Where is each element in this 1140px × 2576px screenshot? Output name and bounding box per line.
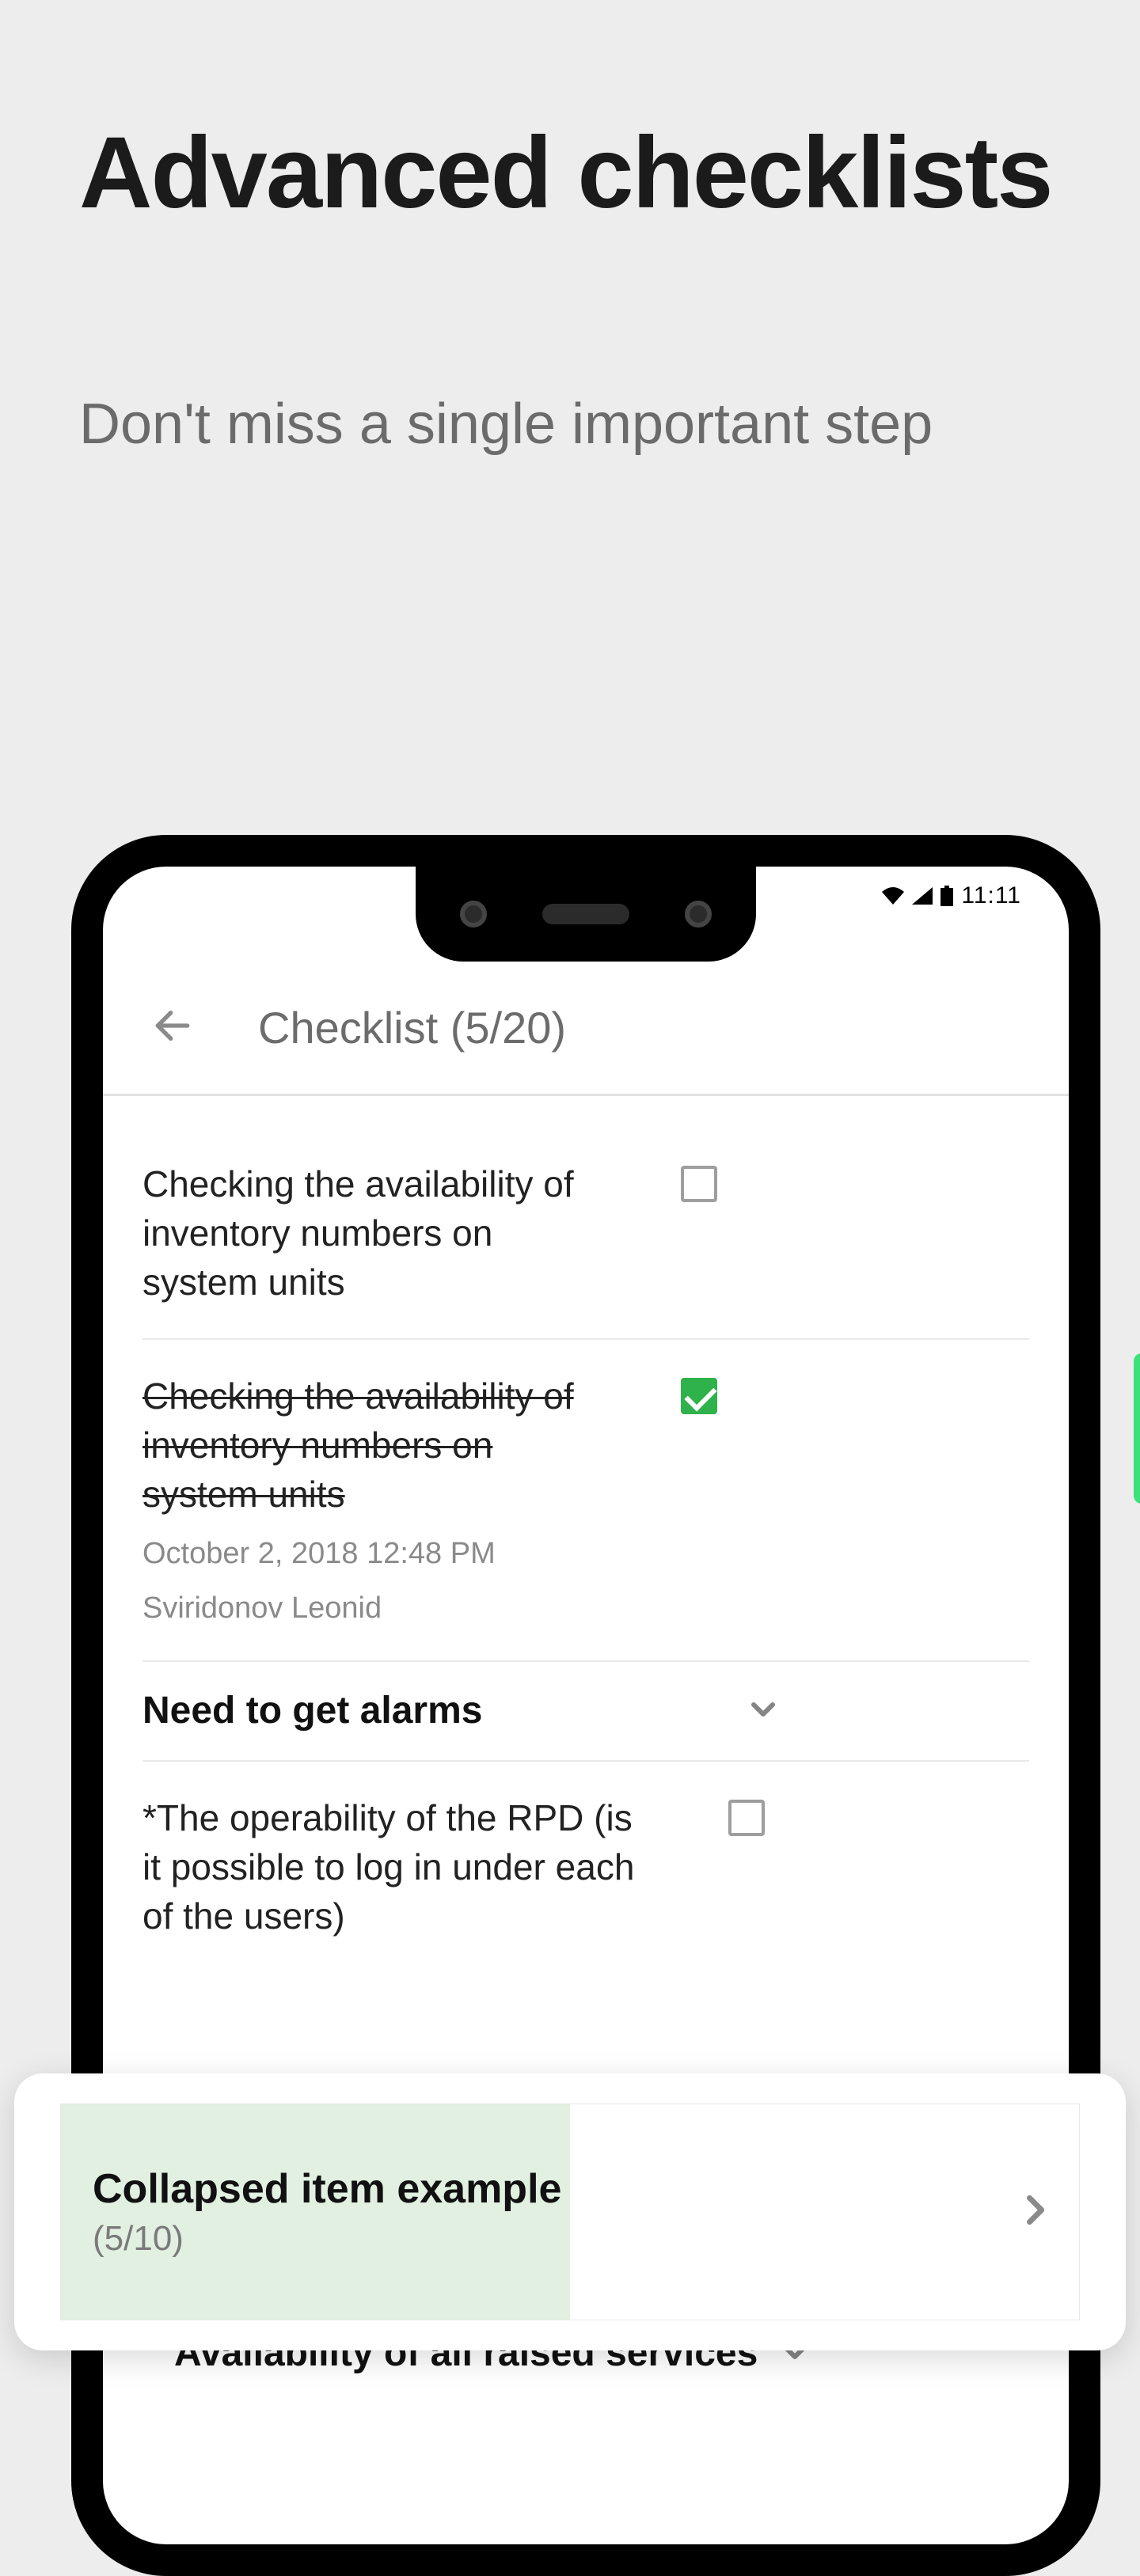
collapsed-item-card[interactable]: Collapsed item example (5/10) bbox=[14, 2073, 1126, 2350]
phone-notch bbox=[416, 867, 756, 962]
camera-icon bbox=[685, 901, 712, 928]
chevron-down-icon[interactable] bbox=[744, 1690, 782, 1732]
status-time: 11:11 bbox=[961, 882, 1021, 909]
checkbox-checked-icon[interactable] bbox=[681, 1378, 717, 1414]
chevron-right-icon[interactable] bbox=[1014, 2190, 1055, 2235]
checklist-section[interactable]: Need to get alarms bbox=[142, 1662, 1029, 1762]
checkbox-unchecked-icon[interactable] bbox=[728, 1800, 765, 1836]
checklist-item[interactable]: Checking the availability of inventory n… bbox=[142, 1128, 1029, 1340]
collapsed-item-title: Collapsed item example bbox=[93, 2165, 561, 2213]
checkbox-unchecked-icon[interactable] bbox=[681, 1166, 717, 1202]
wifi-icon bbox=[882, 887, 904, 905]
checklist-item[interactable]: Checking the availability of inventory n… bbox=[142, 1340, 1029, 1662]
section-title: Need to get alarms bbox=[142, 1687, 744, 1735]
checklist-item-label: Checking the availability of inventory n… bbox=[142, 1371, 681, 1519]
collapsed-item-count: (5/10) bbox=[93, 2219, 561, 2259]
checklist-item-label: Checking the availability of inventory n… bbox=[142, 1159, 681, 1307]
camera-icon bbox=[460, 901, 487, 928]
checklist-item[interactable]: *The operability of the RPD (is it possi… bbox=[142, 1762, 1029, 1972]
cell-signal-icon bbox=[912, 887, 933, 905]
promo-subtitle: Don't miss a single important step bbox=[79, 388, 933, 462]
checklist-item-author: Sviridonov Leonid bbox=[142, 1588, 681, 1629]
status-bar: 11:11 bbox=[882, 882, 1021, 909]
app-bar: Checklist (5/20) bbox=[103, 962, 1069, 1096]
checklist-item-label: *The operability of the RPD (is it possi… bbox=[142, 1793, 728, 1941]
battery-icon bbox=[940, 886, 953, 906]
promo-title: Advanced checklists bbox=[79, 119, 1051, 228]
scroll-indicator bbox=[1134, 1353, 1140, 1504]
collapsed-item-inner[interactable]: Collapsed item example (5/10) bbox=[60, 2104, 1080, 2320]
back-icon[interactable] bbox=[150, 1003, 195, 1052]
page-title: Checklist (5/20) bbox=[258, 1002, 566, 1053]
checklist-item-timestamp: October 2, 2018 12:48 PM bbox=[142, 1534, 681, 1574]
speaker-icon bbox=[542, 904, 629, 924]
